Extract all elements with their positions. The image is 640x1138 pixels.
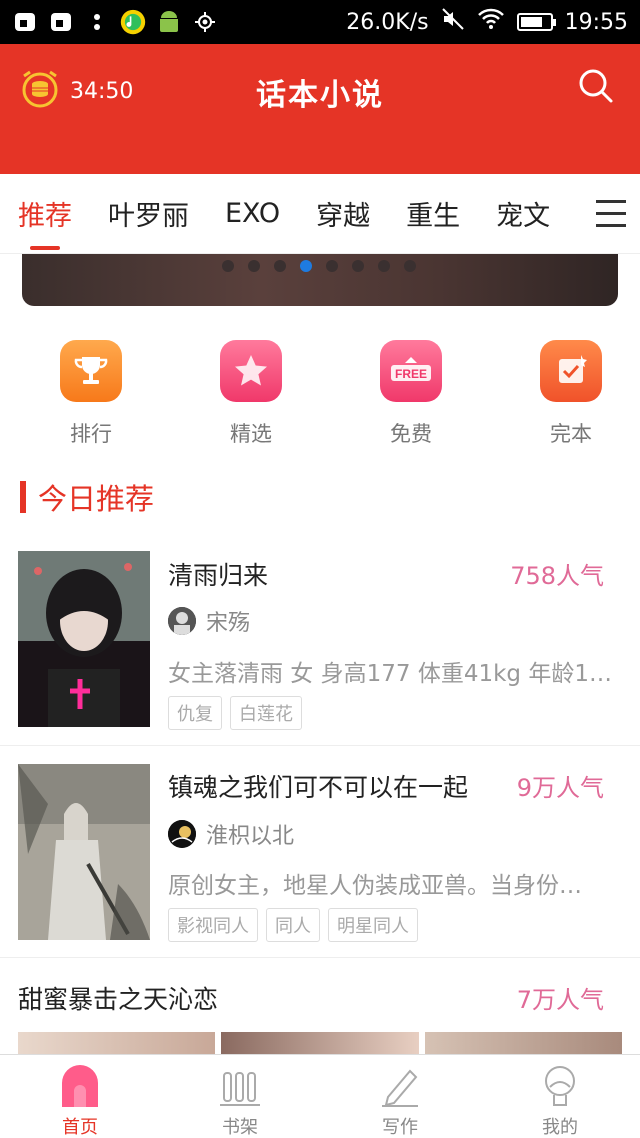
ranking-label: 排行 bbox=[70, 422, 112, 446]
author-name: 淮枳以北 bbox=[206, 824, 295, 849]
banner-carousel[interactable] bbox=[22, 254, 618, 306]
bookshelf-icon bbox=[220, 1065, 260, 1107]
book-tag[interactable]: 仇复 bbox=[168, 696, 222, 730]
tab-chongwen[interactable]: 宠文 bbox=[496, 174, 550, 254]
more-dots-icon bbox=[84, 9, 110, 35]
nav-profile[interactable]: 我的 bbox=[480, 1055, 640, 1138]
book-title: 甜蜜暴击之天沁恋 bbox=[18, 985, 219, 1014]
tab-chongsheng[interactable]: 重生 bbox=[406, 174, 460, 254]
pen-icon bbox=[380, 1065, 420, 1107]
free-badge-text: FREE bbox=[395, 367, 427, 381]
location-icon bbox=[192, 9, 218, 35]
menu-icon[interactable] bbox=[596, 200, 626, 228]
clock: 19:55 bbox=[564, 9, 628, 35]
nav-home[interactable]: 首页 bbox=[0, 1055, 160, 1138]
nav-label: 写作 bbox=[382, 1117, 418, 1138]
carousel-dot[interactable] bbox=[352, 260, 364, 272]
star-icon bbox=[220, 340, 282, 402]
profile-icon bbox=[540, 1065, 580, 1107]
book-tags: 仇复 白莲花 bbox=[168, 696, 302, 730]
carousel-dot[interactable] bbox=[274, 260, 286, 272]
book-popularity: 7万人气 bbox=[516, 986, 604, 1014]
author-avatar bbox=[168, 820, 196, 848]
android-icon bbox=[156, 9, 182, 35]
completed-label: 完本 bbox=[550, 422, 592, 446]
book-title: 镇魂之我们可不可以在一起 bbox=[168, 773, 469, 802]
book-cover-strip bbox=[18, 1032, 622, 1054]
music-app-icon bbox=[120, 9, 146, 35]
author-name: 宋殇 bbox=[206, 611, 251, 636]
book-tag[interactable]: 白莲花 bbox=[230, 696, 302, 730]
nav-label: 我的 bbox=[542, 1117, 578, 1138]
carousel-dot[interactable] bbox=[248, 260, 260, 272]
nav-bookshelf[interactable]: 书架 bbox=[160, 1055, 320, 1138]
free-label: 免费 bbox=[390, 422, 432, 446]
nav-write[interactable]: 写作 bbox=[320, 1055, 480, 1138]
category-shortcuts: 排行 精选 FREE 免费 完本 bbox=[0, 340, 640, 448]
app-title: 话本小说 bbox=[256, 78, 384, 113]
check-icon bbox=[540, 340, 602, 402]
book-popularity: 9万人气 bbox=[516, 774, 604, 802]
section-title: 今日推荐 bbox=[38, 482, 155, 516]
battery-level bbox=[520, 17, 542, 27]
bottom-nav: 首页 书架 写作 我的 bbox=[0, 1054, 640, 1138]
carousel-dots bbox=[222, 260, 416, 272]
completed-button[interactable]: 完本 bbox=[502, 340, 640, 448]
carousel-dot[interactable] bbox=[326, 260, 338, 272]
tab-recommend[interactable]: 推荐 bbox=[18, 174, 72, 254]
tab-yeluoli[interactable]: 叶罗丽 bbox=[108, 174, 189, 254]
tab-exo[interactable]: EXO bbox=[225, 174, 280, 254]
carousel-dot[interactable] bbox=[222, 260, 234, 272]
book-author[interactable]: 宋殇 bbox=[168, 605, 250, 637]
book-card[interactable]: 清雨归来 758人气 宋殇 女主落清雨 女 身高177 体重41kg 年龄1… … bbox=[0, 534, 640, 746]
book-tags: 影视同人 同人 明星同人 bbox=[168, 908, 418, 942]
ranking-button[interactable]: 排行 bbox=[22, 340, 160, 448]
battery-icon bbox=[516, 13, 556, 31]
book-cover[interactable] bbox=[18, 551, 150, 727]
book-description: 原创女主，地星人伪装成亚兽。当身份… bbox=[168, 873, 582, 899]
category-tabs: 推荐 叶罗丽 EXO 穿越 重生 宠文 bbox=[0, 174, 640, 254]
featured-button[interactable]: 精选 bbox=[182, 340, 320, 448]
mute-icon bbox=[441, 7, 465, 37]
home-icon bbox=[60, 1065, 100, 1107]
status-bar: 26.0K/s 19:55 bbox=[0, 0, 640, 44]
section-header: 今日推荐 bbox=[20, 476, 154, 518]
book-popularity: 758人气 bbox=[510, 562, 604, 590]
wifi-icon bbox=[477, 7, 505, 37]
book-cover-thumb[interactable] bbox=[221, 1032, 419, 1054]
nav-label: 书架 bbox=[222, 1117, 258, 1138]
book-title: 清雨归来 bbox=[168, 561, 269, 590]
nav-label: 首页 bbox=[62, 1117, 98, 1138]
free-button[interactable]: FREE 免费 bbox=[342, 340, 480, 448]
book-cover-thumb[interactable] bbox=[424, 1032, 622, 1054]
tab-chuanyue[interactable]: 穿越 bbox=[316, 174, 370, 254]
book-tag[interactable]: 影视同人 bbox=[168, 908, 258, 942]
book-cover[interactable] bbox=[18, 764, 150, 940]
search-icon[interactable] bbox=[578, 68, 614, 104]
carousel-dot[interactable] bbox=[300, 260, 312, 272]
book-card[interactable]: 镇魂之我们可不可以在一起 9万人气 淮枳以北 原创女主，地星人伪装成亚兽。当身份… bbox=[0, 746, 640, 958]
author-avatar bbox=[168, 607, 196, 635]
book-tag[interactable]: 明星同人 bbox=[328, 908, 418, 942]
book-cover-thumb[interactable] bbox=[18, 1032, 216, 1054]
trophy-icon bbox=[60, 340, 122, 402]
book-description: 女主落清雨 女 身高177 体重41kg 年龄1… bbox=[168, 661, 612, 687]
carousel-dot[interactable] bbox=[404, 260, 416, 272]
network-speed: 26.0K/s bbox=[346, 9, 429, 35]
book-tag[interactable]: 同人 bbox=[266, 908, 320, 942]
lock-notification-icon bbox=[48, 9, 74, 35]
section-accent-bar bbox=[20, 481, 26, 513]
carousel-dot[interactable] bbox=[378, 260, 390, 272]
book-author[interactable]: 淮枳以北 bbox=[168, 818, 294, 850]
lock-notification-icon bbox=[12, 9, 38, 35]
featured-label: 精选 bbox=[230, 422, 272, 446]
free-icon: FREE bbox=[380, 340, 442, 402]
